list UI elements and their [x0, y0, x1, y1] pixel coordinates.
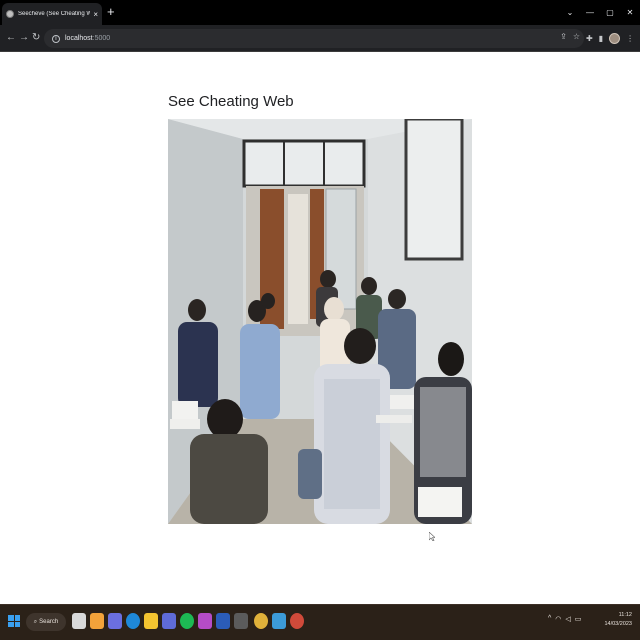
url-port: :5000	[92, 35, 111, 42]
browser-toolbar: ← → ↻ i localhost:5000 ⇪ ☆ ✚ ▮ ⋮	[0, 25, 640, 52]
app-icon-purple[interactable]	[198, 613, 212, 629]
tab-strip: Seecheve (See Cheating Web) × + ⌄ — ▢ ✕	[0, 0, 640, 25]
address-bar-actions: ⇪ ☆	[560, 32, 580, 41]
new-tab-button[interactable]: +	[107, 4, 115, 20]
tab-title: Seecheve (See Cheating Web)	[18, 11, 91, 17]
tab-close-icon[interactable]: ×	[93, 10, 98, 19]
bookmark-star-icon[interactable]: ☆	[573, 32, 580, 41]
window-controls: ⌄ — ▢ ✕	[560, 0, 640, 25]
file-explorer-icon[interactable]	[144, 613, 158, 629]
vscode-icon[interactable]	[272, 613, 286, 629]
search-label: Search	[39, 619, 59, 625]
share-icon[interactable]: ⇪	[560, 32, 567, 41]
page-title: See Cheating Web	[168, 93, 294, 110]
forward-button[interactable]: →	[19, 31, 29, 45]
minimize-button[interactable]: —	[580, 8, 600, 17]
taskbar-clock[interactable]: 11:12 14/03/2023	[600, 611, 640, 629]
address-bar[interactable]: i localhost:5000 ⇪ ☆	[44, 29, 584, 48]
windows-start-icon[interactable]	[8, 615, 20, 627]
mouse-cursor-icon	[429, 532, 435, 541]
url-host: localhost	[65, 35, 93, 42]
tab-search-chevron-icon[interactable]: ⌄	[560, 8, 580, 17]
site-info-icon[interactable]: i	[52, 34, 60, 43]
app-icon-red[interactable]	[290, 613, 304, 629]
search-icon: ⌕	[33, 618, 38, 625]
close-window-button[interactable]: ✕	[620, 8, 640, 17]
browser-tab[interactable]: Seecheve (See Cheating Web) ×	[2, 3, 102, 25]
clock-date: 14/03/2023	[604, 621, 632, 627]
reload-button[interactable]: ↻	[32, 31, 40, 45]
profile-avatar[interactable]	[609, 33, 621, 44]
taskbar-search[interactable]: ⌕ Search	[26, 613, 66, 631]
taskbar: ⌕ Search ^ ◠ ◁ ▭ 11:12 14/03/2023	[0, 604, 640, 640]
edge-browser-icon[interactable]	[126, 613, 140, 629]
widgets-icon[interactable]	[90, 613, 104, 629]
volume-icon[interactable]: ◁	[565, 615, 570, 623]
store-icon[interactable]	[162, 613, 176, 629]
word-icon[interactable]	[216, 613, 230, 629]
globe-icon	[6, 10, 14, 18]
side-panel-icon[interactable]: ▮	[599, 34, 603, 43]
extensions-icon[interactable]: ✚	[586, 34, 593, 43]
system-tray: ^ ◠ ◁ ▭	[548, 615, 581, 623]
task-view-icon[interactable]	[72, 613, 86, 629]
teams-chat-icon[interactable]	[108, 613, 122, 629]
camera-feed-image	[168, 119, 472, 524]
wifi-icon[interactable]: ◠	[555, 615, 561, 623]
maximize-button[interactable]: ▢	[600, 8, 620, 17]
spotify-icon[interactable]	[180, 613, 194, 629]
toolbar-right-actions: ✚ ▮ ⋮	[586, 25, 634, 52]
browser-menu-icon[interactable]: ⋮	[626, 34, 634, 43]
clock-time: 11:12	[618, 612, 632, 618]
terminal-icon[interactable]	[234, 613, 248, 629]
chrome-icon[interactable]	[254, 613, 268, 629]
back-button[interactable]: ←	[6, 31, 16, 45]
battery-icon[interactable]: ▭	[575, 615, 582, 623]
tray-chevron-icon[interactable]: ^	[548, 615, 551, 623]
